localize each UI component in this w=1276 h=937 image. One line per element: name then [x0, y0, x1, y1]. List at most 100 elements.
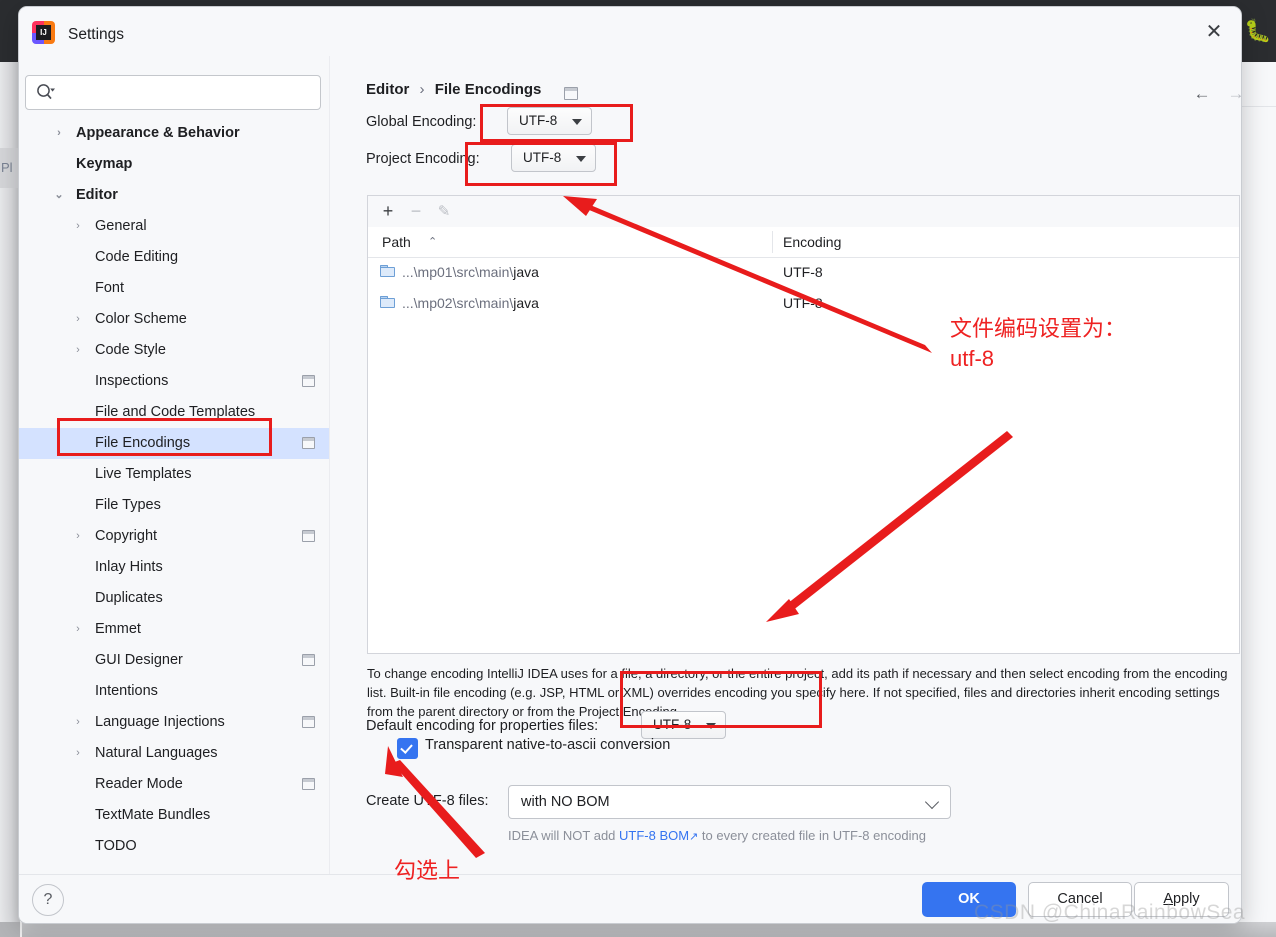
breadcrumb-root[interactable]: Editor — [366, 81, 409, 98]
project-scope-badge-icon — [302, 778, 315, 790]
external-link-icon: ↗ — [689, 831, 699, 843]
global-encoding-combo[interactable]: UTF-8 — [507, 107, 592, 135]
sidebar-item-label: Code Editing — [95, 249, 179, 265]
sidebar-item-label: Code Style — [95, 342, 166, 358]
sidebar-item-inspections[interactable]: Inspections — [19, 366, 329, 397]
sidebar-item-label: Inlay Hints — [95, 559, 163, 575]
chevron-right-icon[interactable]: › — [71, 521, 85, 552]
sidebar-item-reader-mode[interactable]: Reader Mode — [19, 769, 329, 800]
table-row[interactable]: ...\mp01\src\main\java UTF-8 — [368, 257, 1239, 288]
table-cell-encoding[interactable]: UTF-8 — [783, 257, 823, 288]
sidebar-item-appearance-behavior[interactable]: › Appearance & Behavior — [19, 118, 329, 149]
sort-ascending-icon: ⌃ — [428, 236, 438, 248]
sidebar-item-keymap[interactable]: Keymap — [19, 149, 329, 180]
sidebar-item-file-and-code-templates[interactable]: File and Code Templates — [19, 397, 329, 428]
project-scope-badge-icon — [302, 437, 315, 449]
sidebar-item-todo[interactable]: TODO — [19, 831, 329, 862]
breadcrumb-leaf: File Encodings — [434, 81, 542, 98]
note-after: to every created file in UTF-8 encoding — [698, 828, 926, 843]
table-cell-encoding[interactable]: UTF-8 — [783, 288, 823, 319]
chevron-down-icon — [924, 794, 940, 810]
table-cell-path: ...\mp01\src\main\java — [402, 264, 539, 280]
ide-right-divider — [1238, 106, 1276, 107]
watermark: CSDN @ChinaRainbowSea — [974, 901, 1246, 924]
breadcrumb: Editor › File Encodings — [366, 81, 541, 98]
properties-encoding-combo[interactable]: UTF-8 — [641, 711, 726, 739]
sidebar-item-label: TextMate Bundles — [95, 807, 211, 823]
note-before: IDEA will NOT add — [508, 828, 620, 843]
utf8-bom-link[interactable]: UTF-8 BOM — [619, 828, 689, 843]
sidebar-item-label: TODO — [95, 838, 137, 854]
project-scope-badge-icon — [302, 530, 315, 542]
settings-tree: › Appearance & Behavior Keymap ⌄ Editor › Gene… — [19, 118, 329, 874]
column-header-path[interactable]: Path — [382, 227, 411, 257]
sidebar-item-inlay-hints[interactable]: Inlay Hints — [19, 552, 329, 583]
edit-pencil-icon: ✎ — [437, 203, 451, 220]
create-utf8-note: IDEA will NOT add UTF-8 BOM↗ to every cr… — [508, 828, 926, 843]
search-box[interactable] — [25, 75, 321, 110]
create-utf8-label: Create UTF-8 files: — [366, 793, 489, 809]
nav-back-icon[interactable]: ← — [1191, 83, 1213, 105]
help-icon[interactable]: ? — [32, 884, 64, 916]
sidebar-item-file-encodings[interactable]: File Encodings — [19, 428, 329, 459]
sidebar-item-label: General — [95, 218, 147, 234]
sidebar-item-duplicates[interactable]: Duplicates — [19, 583, 329, 614]
sidebar-item-code-editing[interactable]: Code Editing — [19, 242, 329, 273]
search-input[interactable] — [62, 77, 316, 108]
chevron-right-icon[interactable]: › — [71, 335, 85, 366]
chevron-right-icon[interactable]: › — [71, 614, 85, 645]
folder-icon — [380, 265, 395, 277]
sidebar-item-language-injections[interactable]: › Language Injections — [19, 707, 329, 738]
sidebar-item-general[interactable]: › General — [19, 211, 329, 242]
sidebar-item-gui-designer[interactable]: GUI Designer — [19, 645, 329, 676]
annotation-note-checkbox: 勾选上 — [394, 858, 461, 883]
annotation-note-encoding: 文件编码设置为： utf-8 — [950, 316, 1127, 371]
sidebar-item-editor[interactable]: ⌄ Editor — [19, 180, 329, 211]
sidebar-item-label: Inspections — [95, 373, 169, 389]
sidebar-item-font[interactable]: Font — [19, 273, 329, 304]
ide-status-bar-segment — [0, 922, 22, 937]
transparent-native-to-ascii-checkbox[interactable] — [397, 738, 418, 759]
global-encoding-label: Global Encoding: — [366, 114, 477, 130]
bug-icon[interactable]: 🐛 — [1243, 16, 1273, 46]
table-cell-path: ...\mp02\src\main\java — [402, 295, 539, 311]
chevron-right-icon[interactable]: › — [71, 738, 85, 769]
sidebar-item-label: Font — [95, 280, 125, 296]
sidebar-item-intentions[interactable]: Intentions — [19, 676, 329, 707]
sidebar-item-live-templates[interactable]: Live Templates — [19, 459, 329, 490]
global-encoding-value: UTF-8 — [519, 113, 558, 128]
project-scope-badge-icon — [302, 654, 315, 666]
project-encoding-combo[interactable]: UTF-8 — [511, 144, 596, 172]
remove-icon: − — [410, 201, 422, 221]
sidebar-item-emmet[interactable]: › Emmet — [19, 614, 329, 645]
sidebar-item-label: File and Code Templates — [95, 404, 256, 420]
add-icon[interactable]: + — [376, 200, 400, 223]
chevron-right-icon[interactable]: › — [71, 211, 85, 242]
ide-left-toolwindow-tab[interactable]: Pl — [0, 148, 19, 188]
dialog-title: Settings — [68, 26, 125, 43]
sidebar-item-color-scheme[interactable]: › Color Scheme — [19, 304, 329, 335]
column-header-encoding[interactable]: Encoding — [783, 227, 841, 257]
settings-sidebar: › Appearance & Behavior Keymap ⌄ Editor › Gene… — [19, 56, 342, 874]
chevron-down-icon[interactable]: ⌄ — [52, 180, 66, 211]
sidebar-item-natural-languages[interactable]: › Natural Languages — [19, 738, 329, 769]
sidebar-item-label: Appearance & Behavior — [76, 125, 240, 141]
create-utf8-value: with NO BOM — [521, 794, 610, 810]
close-icon[interactable]: ✕ — [1197, 17, 1231, 47]
chevron-right-icon[interactable]: › — [71, 304, 85, 335]
encoding-description: To change encoding IntelliJ IDEA uses fo… — [367, 666, 1228, 719]
sidebar-item-copyright[interactable]: › Copyright — [19, 521, 329, 552]
folder-icon — [380, 296, 395, 308]
create-utf8-select[interactable]: with NO BOM — [508, 785, 951, 819]
sidebar-item-code-style[interactable]: › Code Style — [19, 335, 329, 366]
chevron-right-icon[interactable]: › — [52, 118, 66, 149]
settings-dialog: IJ Settings ✕ › Appearance & Behavior Keym… — [18, 6, 1242, 924]
sidebar-item-label: Emmet — [95, 621, 141, 637]
nav-forward-icon[interactable]: → — [1225, 83, 1242, 105]
project-scope-badge-icon — [564, 87, 578, 100]
sidebar-item-file-types[interactable]: File Types — [19, 490, 329, 521]
sidebar-item-textmate-bundles[interactable]: TextMate Bundles — [19, 800, 329, 831]
chevron-right-icon[interactable]: › — [71, 707, 85, 738]
sidebar-item-label: File Types — [95, 497, 161, 513]
sidebar-item-label: Natural Languages — [95, 745, 218, 761]
